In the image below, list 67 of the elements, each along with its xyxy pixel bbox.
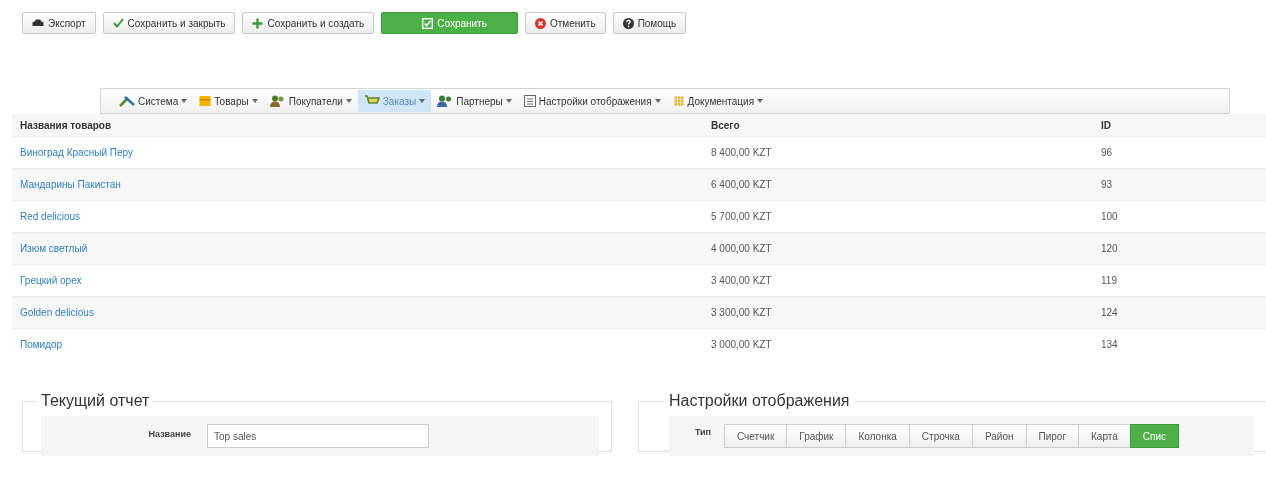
menu-item[interactable]: Партнеры (431, 90, 518, 112)
menu-item[interactable]: Товары (193, 90, 264, 112)
chart-type-tab[interactable]: Район (971, 424, 1027, 448)
caret-icon (505, 99, 512, 103)
table-cell-text: 3 400,00 KZT (711, 275, 773, 286)
help-button[interactable]: Помощь (612, 12, 687, 34)
table-cell-text: 3 000,00 KZT (711, 339, 773, 350)
product-link[interactable]: Мандарины Пакистан (20, 179, 711, 190)
table-cell-text: 5 700,00 KZT (711, 211, 773, 222)
table-cell-text: 3 300,00 KZT (711, 307, 773, 318)
product-link[interactable]: Red delicious (20, 211, 711, 222)
table-cell-text: 120 (1101, 243, 1119, 254)
table-cell-text: 96 (1101, 147, 1114, 158)
product-link[interactable]: Помидор (20, 339, 711, 350)
menu-item[interactable]: Настройки отображения (517, 90, 667, 112)
chart-type-tab[interactable]: Счетчик (724, 424, 788, 448)
checkbox-icon (422, 17, 434, 29)
chart-type-tab[interactable]: Пирог (1025, 424, 1080, 448)
save-close-button[interactable]: Сохранить и закрыть (102, 12, 236, 34)
product-link[interactable]: Виноград Красный Перу (20, 147, 711, 158)
car-icon (32, 19, 44, 27)
caret-icon (654, 99, 661, 103)
cancel-button[interactable]: Отменить (524, 12, 606, 34)
people-icon (269, 95, 286, 107)
caret-icon (757, 99, 764, 103)
plus-icon (252, 17, 264, 29)
grid-icon (672, 95, 685, 107)
product-link[interactable]: Golden delicious (20, 307, 711, 318)
menu-item[interactable]: Система (113, 90, 194, 112)
section-title: Текущий отчет (40, 392, 151, 410)
product-link[interactable]: Изюм светлый (20, 243, 711, 254)
export-button[interactable]: Экспорт (22, 12, 96, 34)
table-cell-text: 100 (1101, 211, 1119, 222)
field-label: Название (147, 428, 192, 439)
table-cell-text: 124 (1101, 307, 1119, 318)
help-icon (622, 17, 634, 29)
box-icon (199, 95, 212, 107)
cart-icon (363, 95, 380, 107)
input-field[interactable]: Top sales (207, 424, 429, 448)
caret-icon (345, 99, 352, 103)
field-label: Тип (693, 426, 712, 437)
caret-icon (419, 99, 426, 103)
table-cell-text: 134 (1101, 339, 1119, 350)
product-link[interactable]: Грецкий орех (20, 275, 711, 286)
menu-item[interactable]: Документация (666, 90, 770, 112)
table-cell-text: 8 400,00 KZT (711, 147, 773, 158)
check-icon (112, 18, 124, 28)
cancel-icon (534, 17, 546, 29)
section-title: Настройки отображения (668, 392, 851, 410)
save-new-button[interactable]: Сохранить и создать (242, 12, 375, 34)
chart-type-tab[interactable]: Колонка (845, 424, 910, 448)
menu-item[interactable]: Покупатели (263, 90, 358, 112)
table-cell-text: 93 (1101, 179, 1114, 190)
table-cell-text: 119 (1101, 275, 1118, 286)
list-icon (523, 95, 536, 107)
tools-icon (119, 95, 135, 107)
column-header: ID (1101, 119, 1112, 131)
chart-type-tab[interactable]: Строчка (908, 424, 973, 448)
column-header: Названия товаров (20, 119, 113, 131)
table-cell-text: 4 000,00 KZT (711, 243, 773, 254)
people-icon (437, 95, 454, 107)
chart-type-tab[interactable]: Карта (1078, 424, 1131, 448)
caret-icon (181, 99, 188, 103)
chart-type-tab[interactable]: График (786, 424, 847, 448)
table-cell-text: 6 400,00 KZT (711, 179, 773, 190)
column-header: Всего (711, 119, 741, 131)
caret-icon (251, 99, 258, 103)
